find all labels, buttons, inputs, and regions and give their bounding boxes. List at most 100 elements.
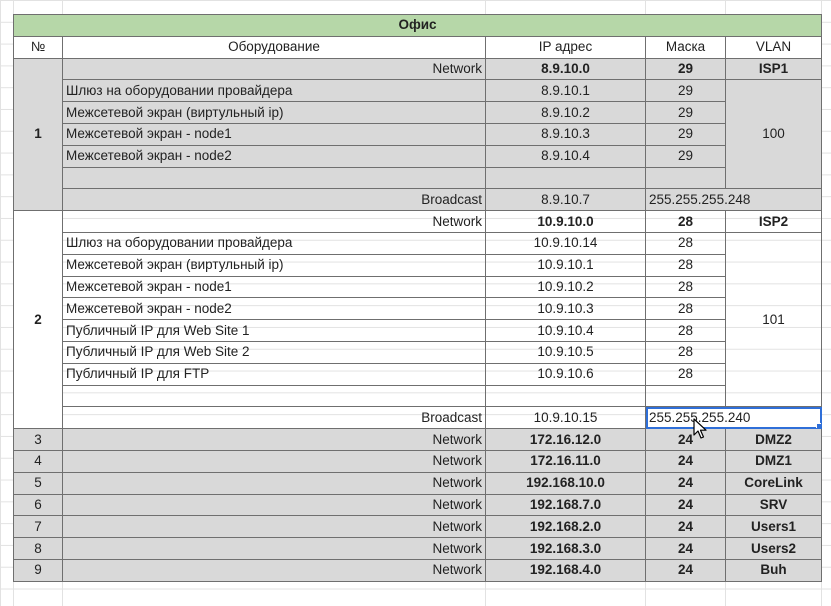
subnet-ip-cell[interactable]: 192.168.3.0 [485,537,646,560]
selected-broadcast-mask-cell[interactable]: 255.255.255.240 [645,406,822,430]
mask-cell[interactable] [645,384,726,408]
mask-cell[interactable]: 28 [645,297,726,321]
broadcast-mask-cell[interactable]: 255.255.255.248 [645,188,822,212]
subnet-label-cell[interactable]: Network [62,493,486,517]
ip-cell[interactable]: 10.9.10.2 [485,275,646,299]
block-num-cell[interactable]: 2 [13,210,63,430]
mask-cell[interactable] [645,166,726,190]
subnet-label-cell[interactable]: Network [62,449,486,473]
equipment-cell[interactable]: Шлюз на оборудовании провайдера [62,231,486,255]
mask-cell[interactable]: 28 [645,319,726,342]
broadcast-ip-cell[interactable]: 10.9.10.15 [485,406,646,430]
ip-cell[interactable]: 8.9.10.3 [485,122,646,146]
equipment-cell[interactable]: Межсетевой экран - node1 [62,122,486,146]
ip-cell[interactable] [485,384,646,408]
subnet-vlan-cell[interactable]: SRV [725,493,822,517]
header-ip[interactable]: IP адрес [485,35,646,59]
subnet-vlan-cell[interactable]: Users2 [725,537,822,560]
network-mask-cell[interactable]: 28 [645,210,726,233]
subnet-num-cell[interactable]: 7 [13,515,63,539]
subnet-label-cell[interactable]: Network [62,515,486,539]
equipment-cell[interactable]: Межсетевой экран (виртульный ip) [62,101,486,124]
vlan-cell[interactable]: 100 [725,79,822,190]
equipment-cell[interactable]: Публичный IP для Web Site 1 [62,319,486,342]
equipment-cell[interactable]: Межсетевой экран - node2 [62,297,486,321]
subnet-label-cell[interactable]: Network [62,537,486,560]
subnet-mask-cell[interactable]: 24 [645,515,726,539]
subnet-ip-cell[interactable]: 192.168.10.0 [485,471,646,495]
header-equipment[interactable]: Оборудование [62,35,486,59]
subnet-ip-cell[interactable]: 192.168.2.0 [485,515,646,539]
subnet-num-cell[interactable]: 9 [13,558,63,582]
equipment-cell[interactable]: Межсетевой экран - node2 [62,144,486,168]
subnet-num-cell[interactable]: 6 [13,493,63,517]
broadcast-label-cell[interactable]: Broadcast [62,188,486,212]
mask-cell[interactable]: 28 [645,231,726,255]
office-title-cell[interactable]: Офис [13,14,822,37]
network-label-cell[interactable]: Network [62,57,486,81]
fill-handle[interactable] [816,423,821,428]
mask-cell[interactable]: 28 [645,362,726,386]
ip-cell[interactable]: 10.9.10.5 [485,340,646,364]
vlan-cell[interactable]: 101 [725,231,822,408]
ip-cell[interactable]: 8.9.10.2 [485,101,646,124]
equipment-cell[interactable]: Публичный IP для FTP [62,362,486,386]
ip-cell[interactable]: 10.9.10.3 [485,297,646,321]
subnet-num-cell[interactable]: 8 [13,537,63,560]
subnet-ip-cell[interactable]: 172.16.11.0 [485,449,646,473]
ip-cell[interactable]: 10.9.10.6 [485,362,646,386]
network-mask-cell[interactable]: 29 [645,57,726,81]
network-ip-cell[interactable]: 10.9.10.0 [485,210,646,233]
subnet-mask-cell[interactable]: 24 [645,558,726,582]
subnet-num-cell[interactable]: 3 [13,428,63,451]
subnet-mask-cell[interactable]: 24 [645,493,726,517]
equipment-cell[interactable]: Межсетевой экран - node1 [62,275,486,299]
ip-cell[interactable]: 10.9.10.14 [485,231,646,255]
subnet-label-cell[interactable]: Network [62,558,486,582]
header-vlan[interactable]: VLAN [725,35,822,59]
subnet-ip-cell[interactable]: 172.16.12.0 [485,428,646,451]
spreadsheet-sheet[interactable]: Офис № Оборудование IP адрес Маска VLAN … [0,0,831,606]
subnet-label-cell[interactable]: Network [62,471,486,495]
mask-cell[interactable]: 28 [645,253,726,277]
subnet-mask-cell[interactable]: 24 [645,537,726,560]
subnet-vlan-cell[interactable]: DMZ1 [725,449,822,473]
subnet-vlan-cell[interactable]: CoreLink [725,471,822,495]
network-label-cell[interactable]: Network [62,210,486,233]
subnet-vlan-cell[interactable]: Users1 [725,515,822,539]
network-ip-cell[interactable]: 8.9.10.0 [485,57,646,81]
equipment-cell[interactable]: Публичный IP для Web Site 2 [62,340,486,364]
ip-cell[interactable]: 10.9.10.4 [485,319,646,342]
ip-cell[interactable]: 8.9.10.4 [485,144,646,168]
network-vlan-cell[interactable]: ISP1 [725,57,822,81]
ip-cell[interactable] [485,166,646,190]
subnet-ip-cell[interactable]: 192.168.4.0 [485,558,646,582]
ip-cell[interactable]: 8.9.10.1 [485,79,646,103]
network-vlan-cell[interactable]: ISP2 [725,210,822,233]
mask-cell[interactable]: 29 [645,122,726,146]
broadcast-ip-cell[interactable]: 8.9.10.7 [485,188,646,212]
mask-cell[interactable]: 29 [645,144,726,168]
subnet-mask-cell[interactable]: 24 [645,449,726,473]
equipment-cell[interactable] [62,384,486,408]
equipment-cell[interactable]: Межсетевой экран (виртульный ip) [62,253,486,277]
subnet-vlan-cell[interactable]: Buh [725,558,822,582]
subnet-num-cell[interactable]: 5 [13,471,63,495]
subnet-ip-cell[interactable]: 192.168.7.0 [485,493,646,517]
mask-cell[interactable]: 28 [645,340,726,364]
header-num[interactable]: № [13,35,63,59]
mask-cell[interactable]: 28 [645,275,726,299]
mask-cell[interactable]: 29 [645,101,726,124]
equipment-cell[interactable] [62,166,486,190]
subnet-label-cell[interactable]: Network [62,428,486,451]
header-mask[interactable]: Маска [645,35,726,59]
ip-cell[interactable]: 10.9.10.1 [485,253,646,277]
equipment-cell[interactable]: Шлюз на оборудовании провайдера [62,79,486,103]
broadcast-label-cell[interactable]: Broadcast [62,406,486,430]
subnet-mask-cell[interactable]: 24 [645,428,726,451]
subnet-num-cell[interactable]: 4 [13,449,63,473]
mask-cell[interactable]: 29 [645,79,726,103]
subnet-vlan-cell[interactable]: DMZ2 [725,428,822,451]
subnet-mask-cell[interactable]: 24 [645,471,726,495]
block-num-cell[interactable]: 1 [13,57,63,212]
